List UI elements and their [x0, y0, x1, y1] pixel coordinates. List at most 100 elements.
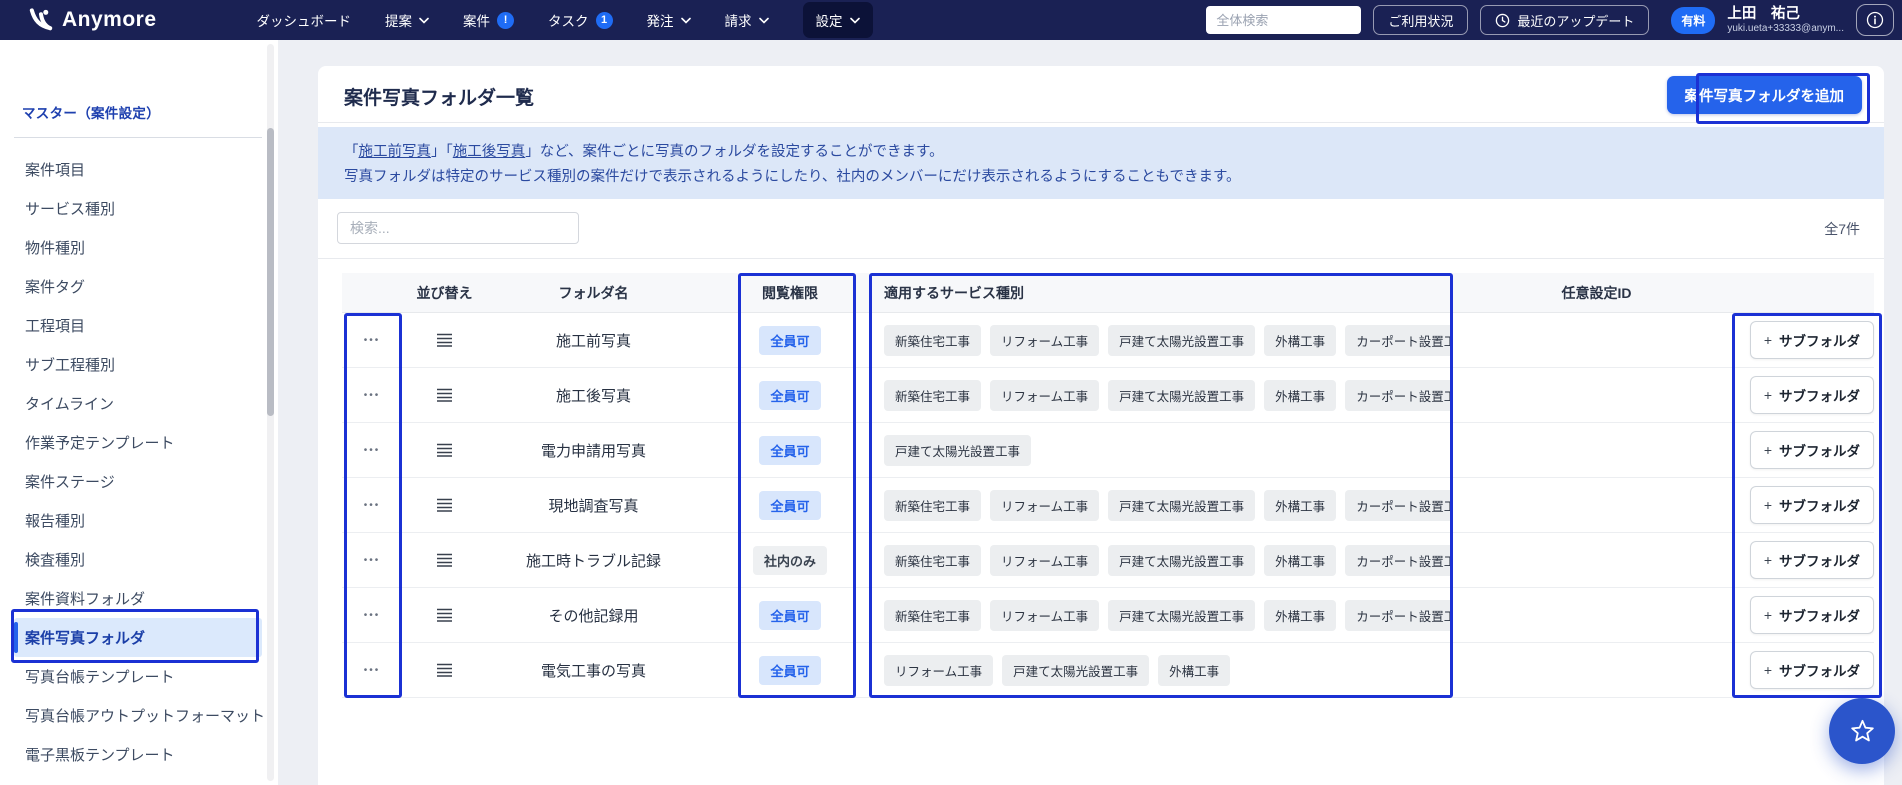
row-menu-button[interactable]: •••	[360, 659, 385, 682]
service-type-chip: 外構工事	[1264, 379, 1337, 411]
usage-status-button[interactable]: ご利用状況	[1373, 5, 1469, 35]
service-type-chip: 外構工事	[1264, 324, 1337, 356]
row-menu-button[interactable]: •••	[360, 604, 385, 627]
nav-menu: ダッシュボード 提案 案件 ! タスク 1 発注 請求 設定	[257, 2, 873, 38]
sidebar-item-2[interactable]: 物件種別	[14, 228, 262, 267]
add-subfolder-button[interactable]: + サブフォルダ	[1749, 321, 1874, 359]
nav-item-case[interactable]: 案件 !	[463, 10, 515, 30]
clock-icon	[1496, 13, 1510, 27]
star-icon	[1850, 719, 1874, 741]
user-menu[interactable]: 上田 祐己 yuki.ueta+33333@anym...	[1727, 5, 1844, 36]
sidebar-item-4[interactable]: 工程項目	[14, 306, 262, 345]
row-permission-cell: 全員可	[700, 478, 880, 532]
add-subfolder-button[interactable]: + サブフォルダ	[1749, 431, 1874, 469]
row-services-cell: リフォーム工事 戸建て太陽光設置工事 外構工事	[880, 643, 1453, 697]
chevron-down-icon	[419, 17, 429, 24]
section-divider	[318, 258, 1884, 259]
nav-item-order[interactable]: 発注	[647, 10, 691, 30]
sidebar-item-14[interactable]: 写真台帳アウトプットフォーマット	[14, 696, 266, 735]
sidebar-item-9[interactable]: 報告種別	[14, 501, 262, 540]
sidebar-item-12[interactable]: 案件写真フォルダ	[14, 618, 262, 657]
nav-item-settings[interactable]: 設定	[802, 2, 873, 38]
row-menu-cell: •••	[342, 533, 402, 587]
nav-item-proposal[interactable]: 提案	[385, 10, 429, 30]
subfolder-button-label: サブフォルダ	[1779, 389, 1860, 404]
banner-line-2: 写真フォルダは特定のサービス種別の案件だけで表示されるようにしたり、社内のメンバ…	[344, 169, 1241, 185]
row-services-cell: 新築住宅工事リフォーム工事戸建て太陽光設置工事外構工事カーポート設置工事	[880, 588, 1453, 642]
row-menu-button[interactable]: •••	[360, 329, 385, 352]
service-type-chip: 外構工事	[1264, 489, 1337, 521]
drag-handle-icon[interactable]	[436, 333, 453, 347]
row-drag-cell	[402, 313, 487, 367]
sidebar-item-label: サブ工程種別	[25, 357, 116, 374]
sidebar-item-10[interactable]: 検査種別	[14, 540, 262, 579]
subfolder-button-label: サブフォルダ	[1779, 499, 1860, 514]
drag-handle-icon[interactable]	[436, 498, 453, 512]
drag-handle-icon[interactable]	[436, 553, 453, 567]
sidebar-item-11[interactable]: 案件資料フォルダ	[14, 579, 262, 618]
table-row: ••• 施工時トラブル記録 社内のみ 新築住宅工事 リフォーム工事 戸建て太陽光設置工事外…	[342, 533, 1874, 588]
drag-handle-icon[interactable]	[436, 443, 453, 457]
drag-handle-icon[interactable]	[436, 663, 453, 677]
nav-item-billing[interactable]: 請求	[725, 10, 769, 30]
sidebar-item-1[interactable]: サービス種別	[14, 189, 262, 228]
sidebar-item-3[interactable]: 案件タグ	[14, 267, 262, 306]
total-count: 全7件	[1824, 221, 1860, 237]
info-button[interactable]	[1856, 4, 1894, 36]
row-services-cell: 新築住宅工事リフォーム工事戸建て太陽光設置工事外構工事カーポート設置工事	[880, 533, 1453, 587]
row-permission-cell: 全員可	[700, 643, 880, 697]
permission-badge: 全員可	[759, 490, 821, 520]
permission-badge: 全員可	[759, 435, 821, 465]
add-subfolder-button[interactable]: + サブフォルダ	[1749, 541, 1874, 579]
row-menu-button[interactable]: •••	[360, 494, 385, 517]
nav-item-dashboard[interactable]: ダッシュボード	[257, 10, 352, 30]
row-menu-button[interactable]: •••	[360, 384, 385, 407]
drag-handle-icon[interactable]	[436, 388, 453, 402]
drag-handle-icon[interactable]	[436, 608, 453, 622]
sidebar-item-13[interactable]: 写真台帳テンプレート	[14, 657, 262, 696]
add-subfolder-button[interactable]: + サブフォルダ	[1749, 376, 1874, 414]
sidebar-item-0[interactable]: 案件項目	[14, 150, 262, 189]
main-content-card: 案件写真フォルダ一覧 案件写真フォルダを追加 「施工前写真」「施工後写真」など、…	[318, 66, 1884, 785]
nav-item-task[interactable]: タスク 1	[548, 10, 613, 30]
sidebar-item-6[interactable]: タイムライン	[14, 384, 262, 423]
table-row: ••• その他記録用 全員可 新築住宅工事 リフォーム工事 戸建て太陽光設置工事 外構工事カ…	[342, 588, 1874, 643]
add-subfolder-button[interactable]: + サブフォルダ	[1749, 651, 1874, 689]
header-subfolder-column	[1740, 273, 1874, 312]
sidebar-scrollbar-thumb[interactable]	[267, 128, 274, 416]
brand-logo[interactable]: Anymore	[28, 7, 157, 33]
table-row: ••• 電力申請用写真 全員可 戸建て太陽光設置工事 + サブフォルダ	[342, 423, 1874, 478]
row-services-cell: 新築住宅工事リフォーム工事戸建て太陽光設置工事外構工事カーポート設置工事	[880, 313, 1453, 367]
sidebar-item-8[interactable]: 案件ステージ	[14, 462, 262, 501]
row-menu-button[interactable]: •••	[360, 549, 385, 572]
sidebar-item-15[interactable]: 電子黒板テンプレート	[14, 735, 262, 774]
sidebar-item-label: 写真台帳アウトプットフォーマット	[25, 708, 266, 725]
folder-name: 施工前写真	[555, 332, 631, 350]
header-custom-id: 任意設定ID	[1561, 284, 1632, 301]
service-type-chip: 戸建て太陽光設置工事	[1108, 379, 1256, 411]
feedback-fab[interactable]	[1829, 698, 1895, 764]
sidebar-divider	[14, 137, 262, 138]
add-subfolder-button[interactable]: + サブフォルダ	[1749, 486, 1874, 524]
sidebar-item-label: 工程項目	[25, 318, 86, 335]
global-search-input[interactable]	[1206, 6, 1362, 34]
recent-updates-button[interactable]: 最近のアップデート	[1480, 5, 1650, 35]
subfolder-button-label: サブフォルダ	[1779, 444, 1860, 459]
sidebar-item-label: 案件項目	[25, 162, 86, 179]
sidebar-item-7[interactable]: 作業予定テンプレート	[14, 423, 262, 462]
add-subfolder-button[interactable]: + サブフォルダ	[1749, 596, 1874, 634]
before-construction-photo-link[interactable]: 施工前写真	[359, 144, 432, 160]
service-type-chip: 戸建て太陽光設置工事	[1108, 489, 1256, 521]
row-menu-cell: •••	[342, 588, 402, 642]
sidebar-item-16[interactable]: トラブル種別	[14, 774, 262, 785]
header-permission: 閲覧権限	[762, 284, 818, 301]
folder-search-input[interactable]	[337, 212, 579, 244]
row-services-cell: 新築住宅工事リフォーム工事戸建て太陽光設置工事外構工事カーポート設置工事	[880, 368, 1453, 422]
header-services: 適用するサービス種別	[884, 284, 1024, 301]
row-menu-button[interactable]: •••	[360, 439, 385, 462]
after-construction-photo-link[interactable]: 施工後写真	[453, 144, 526, 160]
add-photo-folder-button[interactable]: 案件写真フォルダを追加	[1666, 76, 1862, 114]
sidebar-item-5[interactable]: サブ工程種別	[14, 345, 262, 384]
folder-name: 現地調査写真	[548, 497, 639, 515]
row-menu-cell: •••	[342, 368, 402, 422]
